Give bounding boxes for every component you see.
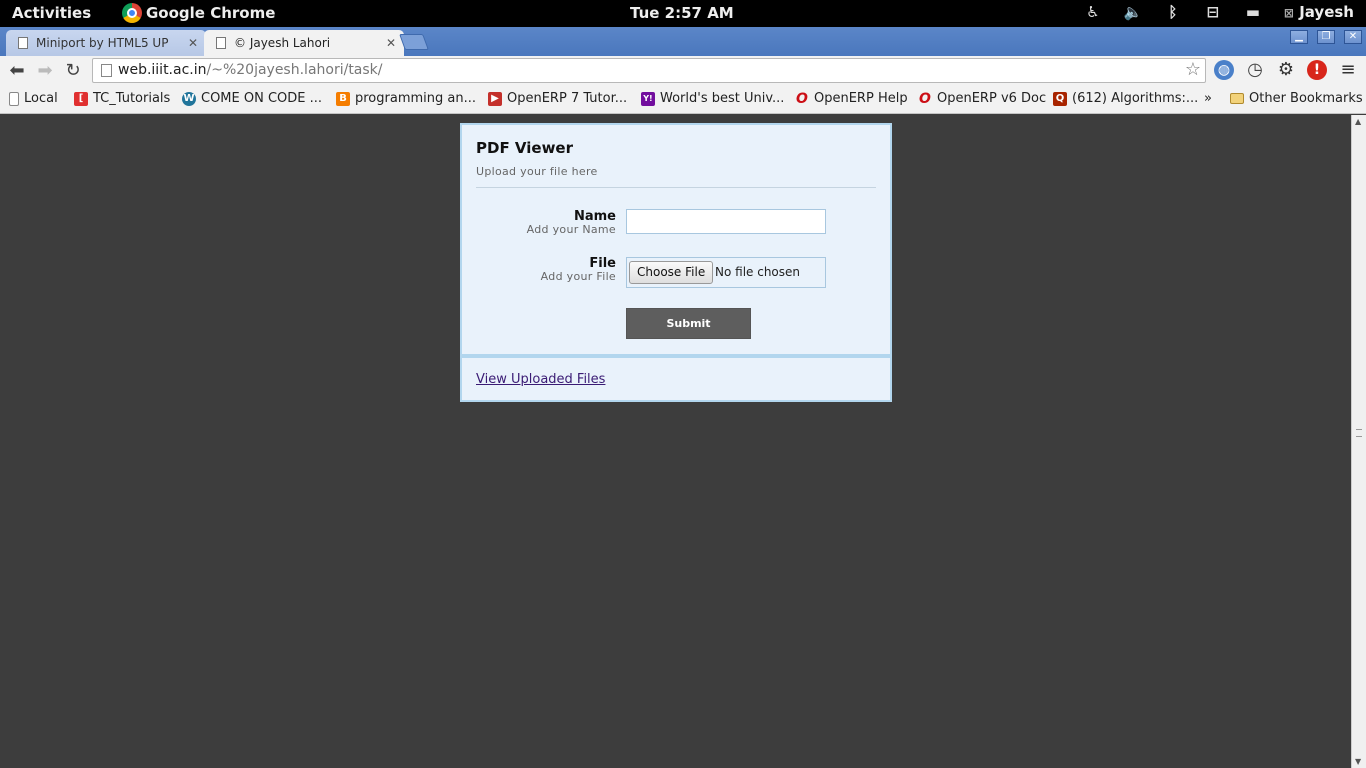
bookmark-local[interactable]: Local — [9, 91, 58, 106]
footer-divider — [462, 354, 890, 358]
folder-icon — [1230, 93, 1244, 104]
network-icon[interactable]: ⊟ — [1204, 3, 1222, 21]
app-menu[interactable]: Google Chrome — [122, 3, 275, 23]
tab-miniport[interactable]: Miniport by HTML5 UP ✕ — [6, 30, 206, 56]
bookmarks-overflow-button[interactable]: » — [1204, 91, 1212, 106]
history-clock-icon[interactable]: ◷ — [1245, 60, 1265, 80]
url-host: web.iiit.ac.in — [118, 62, 207, 78]
menu-icon[interactable]: ≡ — [1338, 60, 1358, 80]
user-icon: ⊠ — [1283, 6, 1294, 20]
bookmark-openerp-v6[interactable]: O OpenERP v6 Doc — [918, 91, 1046, 106]
choose-file-button[interactable]: Choose File — [629, 261, 714, 284]
reload-button[interactable]: ↻ — [62, 60, 84, 82]
file-input[interactable]: Choose File No file chosen — [626, 257, 826, 288]
file-label: File — [589, 256, 616, 271]
clock[interactable]: Tue 2:57 AM — [630, 4, 734, 22]
tab-label: Miniport by HTML5 UP — [36, 36, 169, 50]
maximize-button[interactable]: ❐ — [1317, 30, 1335, 44]
page-icon — [101, 64, 112, 77]
name-label: Name — [573, 209, 616, 224]
url-text[interactable]: web.iiit.ac.in/~%20jayesh.lahori/task/ — [118, 62, 383, 78]
minimize-button[interactable]: ▁ — [1290, 30, 1308, 44]
bookmark-label: OpenERP v6 Doc — [937, 91, 1047, 106]
system-top-bar: Activities Google Chrome Tue 2:57 AM ♿ 🔈… — [0, 0, 1366, 27]
opera-icon: O — [919, 90, 931, 107]
topcoder-icon: [ — [74, 91, 88, 106]
back-button[interactable]: ⬅ — [6, 60, 28, 82]
url-path: /~%20jayesh.lahori/task/ — [206, 62, 383, 78]
bookmark-label: OpenERP Help — [814, 91, 908, 106]
bookmark-programming[interactable]: Bprogramming an... — [336, 91, 476, 106]
browser-toolbar: ⬅ ➡ ↻ web.iiit.ac.in/~%20jayesh.lahori/t… — [0, 56, 1366, 86]
bookmark-openerp7[interactable]: ▶ OpenERP 7 Tutor... — [488, 91, 627, 106]
bookmark-label: (612) Algorithms:... — [1072, 91, 1199, 106]
bookmark-label: TC_Tutorials — [93, 91, 171, 106]
bookmark-label: Local — [24, 91, 58, 106]
close-icon[interactable]: ✕ — [188, 30, 198, 56]
address-bar[interactable]: web.iiit.ac.in/~%20jayesh.lahori/task/ ☆ — [92, 58, 1206, 83]
tab-jayesh-lahori[interactable]: © Jayesh Lahori ✕ — [204, 30, 404, 56]
scroll-up-icon[interactable]: ▲ — [1355, 117, 1361, 126]
bookmark-label: COME ON CODE ... — [201, 91, 323, 106]
other-bookmarks[interactable]: Other Bookmarks — [1230, 91, 1363, 106]
name-label-group: Name Add your Name — [527, 209, 616, 236]
quora-icon: Q — [1053, 91, 1067, 106]
vertical-scrollbar[interactable]: ▲ ▼ — [1351, 115, 1366, 768]
view-uploaded-files-link[interactable]: View Uploaded Files — [476, 372, 605, 387]
bookmark-openerp-help[interactable]: O OpenERP Help — [795, 91, 908, 106]
tab-label: © Jayesh Lahori — [234, 36, 331, 50]
youtube-icon: ▶ — [488, 91, 502, 106]
system-tray: ♿ 🔈 ᛒ ⊟ ▬ ⊠ Jayesh — [1084, 3, 1354, 21]
submit-button[interactable]: Submit — [626, 308, 751, 339]
opera-icon: O — [796, 90, 808, 107]
page-icon — [18, 37, 28, 49]
bookmark-label: OpenERP 7 Tutor... — [507, 91, 628, 106]
chrome-icon — [122, 3, 142, 23]
page-subtitle: Upload your file here — [476, 165, 598, 178]
yahoo-icon: Y! — [641, 91, 655, 106]
new-tab-button[interactable] — [399, 34, 429, 50]
bookmark-label: programming an... — [355, 91, 476, 106]
divider — [476, 187, 876, 188]
page-icon — [9, 91, 19, 106]
user-menu[interactable]: ⊠ Jayesh — [1284, 3, 1354, 21]
alert-extension-icon[interactable]: ! — [1307, 60, 1327, 80]
page-viewport: PDF Viewer Upload your file here Name Ad… — [0, 115, 1351, 768]
bookmark-label: World's best Univ... — [660, 91, 785, 106]
gear-icon[interactable]: ⚙ — [1276, 60, 1296, 80]
bookmark-algorithms[interactable]: Q (612) Algorithms:... — [1053, 91, 1198, 106]
file-label-group: File Add your File — [541, 256, 616, 283]
forward-button[interactable]: ➡ — [34, 60, 56, 82]
volume-muted-icon[interactable]: 🔈 — [1124, 3, 1143, 21]
close-icon[interactable]: ✕ — [386, 30, 396, 56]
bookmark-come-on-code[interactable]: W COME ON CODE ... — [182, 91, 322, 106]
blogger-icon: B — [336, 91, 350, 106]
bluetooth-icon[interactable]: ᛒ — [1164, 3, 1182, 21]
bookmarks-bar: Local [ TC_Tutorials W COME ON CODE ... Bp… — [0, 86, 1366, 114]
app-name: Google Chrome — [146, 4, 276, 22]
scroll-grip[interactable] — [1356, 429, 1362, 437]
tab-strip: Miniport by HTML5 UP ✕ © Jayesh Lahori ✕… — [0, 27, 1366, 56]
name-hint: Add your Name — [526, 223, 616, 236]
bookmark-star-icon[interactable]: ☆ — [1185, 59, 1201, 80]
globe-extension-icon[interactable]: ◍ — [1214, 60, 1234, 80]
file-hint: Add your File — [540, 270, 616, 283]
battery-icon[interactable]: ▬ — [1244, 3, 1262, 21]
close-window-button[interactable]: ✕ — [1344, 30, 1362, 44]
upload-card: PDF Viewer Upload your file here Name Ad… — [460, 123, 892, 402]
name-input[interactable] — [626, 209, 826, 234]
wordpress-icon: W — [182, 91, 196, 106]
bookmark-tc-tutorials[interactable]: [ TC_Tutorials — [74, 91, 170, 106]
bookmark-label: Other Bookmarks — [1249, 91, 1363, 106]
page-icon — [216, 37, 226, 49]
user-name: Jayesh — [1299, 3, 1354, 21]
accessibility-icon[interactable]: ♿ — [1084, 3, 1102, 21]
file-status: No file chosen — [715, 265, 801, 279]
page-title: PDF Viewer — [476, 139, 574, 157]
scroll-down-icon[interactable]: ▼ — [1355, 757, 1361, 766]
bookmark-worlds-best[interactable]: Y! World's best Univ... — [641, 91, 784, 106]
activities-button[interactable]: Activities — [12, 4, 91, 22]
